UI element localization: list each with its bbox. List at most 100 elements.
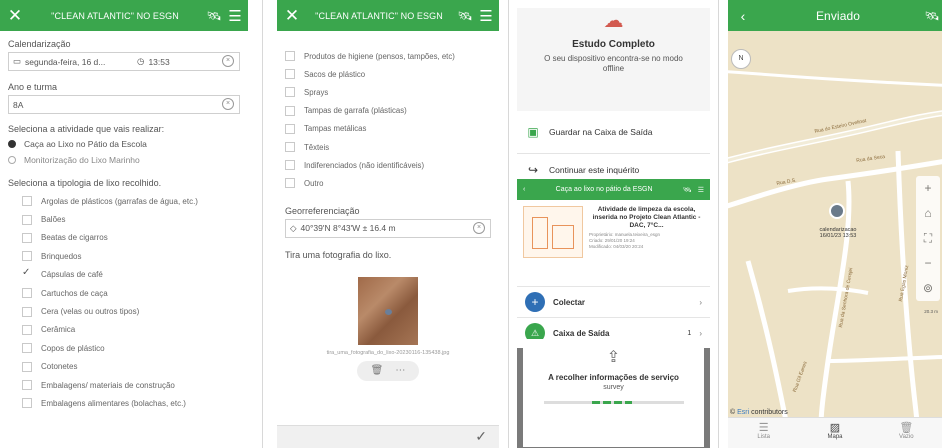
survey-overview-dimmed: ‹ Caça ao lixo no pátio da ESGN 🛰 ☰ Ativ… [517,179,710,448]
checkbox-option[interactable]: Cera (velas ou outros tipos) [0,302,248,320]
radio-selected-icon[interactable] [8,140,16,148]
checkbox-option[interactable]: Sacos de plástico [277,65,499,83]
loading-subtitle: survey [603,384,624,391]
datetime-field[interactable]: ▭ segunda-feira, 16 d... ◷ 13:53 × [8,52,240,71]
checkbox-icon[interactable] [22,343,32,354]
checkbox-icon[interactable] [285,123,295,134]
divider [718,0,719,448]
checkbox-option[interactable]: Copos de plástico [0,339,248,357]
cloud-upload-icon: ⇪ [606,349,621,366]
trash-icon[interactable]: 🗑 [371,365,384,376]
fullscreen-icon[interactable]: ⛶ [916,226,940,251]
checkbox-icon[interactable] [22,324,32,335]
divider [262,0,263,448]
checkbox-option[interactable]: Beatas de cigarros [0,229,248,247]
checkbox-option[interactable]: Embalagens alimentares (bolachas, etc.) [0,394,248,412]
menu-icon[interactable]: ☰ [475,7,497,25]
activity-option[interactable]: Caça ao Lixo no Pátio da Escola [0,136,248,152]
checkbox-option[interactable]: Indiferenciados (não identificáveis) [277,156,499,174]
checkbox-icon[interactable] [22,380,32,391]
checkbox-option[interactable]: Têxteis [277,138,499,156]
checkbox-option[interactable]: Produtos de higiene (pensos, tampões, et… [277,47,499,65]
satellite-icon[interactable]: 🛰 [683,186,692,194]
zoom-in-icon[interactable]: + [916,176,940,201]
checkbox-icon[interactable] [285,69,295,80]
checkbox-option[interactable]: Argolas de plásticos (garrafas de água, … [0,192,248,210]
zoom-out-icon[interactable]: − [916,251,940,276]
back-icon[interactable]: ‹ [732,8,754,24]
year-class-label: Ano e turma [8,82,58,92]
checkbox-icon[interactable] [22,251,32,262]
close-icon[interactable]: ✕ [4,6,26,26]
checkbox-icon[interactable] [22,361,32,372]
clear-georef-icon[interactable]: × [473,221,485,234]
checkbox-option[interactable]: Tampas metálicas [277,120,499,138]
checkbox-label: Cartuchos de caça [41,288,108,298]
checkbox-icon[interactable] [22,196,32,207]
radio-icon[interactable] [8,156,16,164]
menu-icon[interactable]: ☰ [224,7,246,25]
checkbox-option[interactable]: Cerâmica [0,321,248,339]
tab-map[interactable]: ▨ Mapa [799,418,870,448]
checkbox-icon[interactable] [285,178,295,189]
satellite-icon[interactable]: 🛰 [922,9,942,23]
checkbox-label: Cerâmica [41,325,76,335]
checkbox-option[interactable]: Tampas de garrafa (plásticas) [277,102,499,120]
checkbox-icon[interactable] [285,51,295,62]
tab-empty[interactable]: 🗑 Vazio [871,418,942,448]
checkbox-icon[interactable] [22,398,32,409]
checkbox-label: Cera (velas ou outros tipos) [41,307,140,317]
checkbox-icon[interactable] [22,232,32,243]
tab-list[interactable]: ☰ Lista [728,418,799,448]
checkbox-checked-icon[interactable] [22,267,32,280]
checkbox-icon[interactable] [22,306,32,317]
litter-photo[interactable] [358,276,418,345]
form-title: "CLEAN ATLANTIC" NO ESGN [315,10,443,21]
save-outbox-button[interactable]: ▣ Guardar na Caixa de Saída [517,111,710,154]
checkbox-option[interactable]: Brinquedos [0,247,248,265]
activity-option[interactable]: Monitorização do Lixo Marinho [0,152,248,168]
compass-icon[interactable]: N [731,49,751,69]
checkbox-icon[interactable] [22,288,32,299]
tab-bar: ☰ Lista ▨ Mapa 🗑 Vazio [728,417,942,448]
georef-field[interactable]: ◇ 40°39'N 8°43'W ± 16.4 m × [285,218,491,238]
checkbox-option[interactable]: Cotonetes [0,358,248,376]
clock-icon: ◷ [137,56,145,66]
clear-year-class-icon[interactable]: × [222,98,234,110]
checkbox-icon[interactable] [285,87,295,98]
collect-button[interactable]: + Colectar › [517,286,710,317]
map-view[interactable]: Rua do Esteiro Ovelinat Rua da Seca Rua … [728,31,942,418]
close-icon[interactable]: ✕ [281,6,303,26]
menu-icon[interactable]: ☰ [698,186,704,194]
submit-check-icon[interactable]: ✓ [475,428,487,445]
gps-icon[interactable]: ⊚ [916,276,940,301]
continue-survey-label: Continuar este inquérito [549,165,640,175]
checkbox-icon[interactable] [22,214,32,225]
satellite-icon[interactable]: 🛰 [204,9,224,23]
checkbox-option[interactable]: Balões [0,210,248,228]
date-value[interactable]: segunda-feira, 16 d... [25,57,129,67]
photo-label: Tira uma fotografia do lixo. [285,249,392,260]
checkbox-option[interactable]: Cartuchos de caça [0,284,248,302]
home-icon[interactable]: ⌂ [916,201,940,226]
checkbox-icon[interactable] [285,105,295,116]
year-class-input[interactable]: 8A × [8,95,240,114]
checkbox-option[interactable]: Embalagens/ materiais de construção [0,376,248,394]
form-header: ✕ "CLEAN ATLANTIC" NO ESGN 🛰 ☰ [0,0,248,31]
checkbox-option[interactable]: Outro [277,174,499,192]
checkbox-option[interactable]: Sprays [277,83,499,101]
status-title: Estudo Completo [572,39,655,50]
satellite-icon[interactable]: 🛰 [455,9,475,23]
scale-label: 20.3 m [924,309,938,314]
map-header: ‹ Enviado 🛰 [728,0,942,31]
clear-datetime-icon[interactable]: × [222,55,234,67]
esri-link[interactable]: Esri [737,409,749,416]
checkbox-option[interactable]: Cápsulas de café [0,266,248,284]
checkbox-label: Tampas de garrafa (plásticas) [304,106,407,116]
checkbox-icon[interactable] [285,142,295,153]
more-icon[interactable]: ⋯ [395,365,405,376]
checkbox-icon[interactable] [285,160,295,171]
location-pin-icon[interactable] [828,203,846,229]
time-value[interactable]: 13:53 [148,57,169,67]
arrow-return-icon: ↪ [527,163,539,177]
